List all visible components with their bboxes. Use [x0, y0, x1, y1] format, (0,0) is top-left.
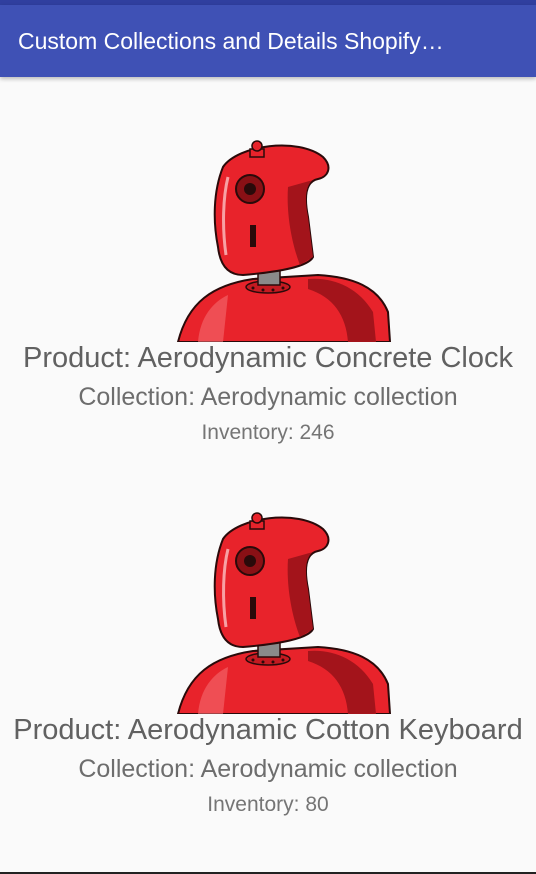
- app-bar: Custom Collections and Details Shopify…: [0, 5, 536, 77]
- robot-icon: [168, 509, 398, 714]
- list-item[interactable]: Product: Aerodynamic Cotton Keyboard Col…: [0, 449, 536, 821]
- inventory-count: Inventory: 80: [207, 793, 329, 816]
- robot-icon: [168, 137, 398, 342]
- collection-name: Collection: Aerodynamic collection: [78, 383, 458, 411]
- product-list[interactable]: Product: Aerodynamic Concrete Clock Coll…: [0, 77, 536, 821]
- app-title: Custom Collections and Details Shopify…: [18, 27, 444, 54]
- product-name: Product: Aerodynamic Cotton Keyboard: [13, 714, 523, 746]
- list-item[interactable]: Product: Aerodynamic Concrete Clock Coll…: [0, 77, 536, 449]
- inventory-count: Inventory: 246: [201, 421, 335, 444]
- collection-name: Collection: Aerodynamic collection: [78, 755, 458, 783]
- product-name: Product: Aerodynamic Concrete Clock: [23, 342, 513, 374]
